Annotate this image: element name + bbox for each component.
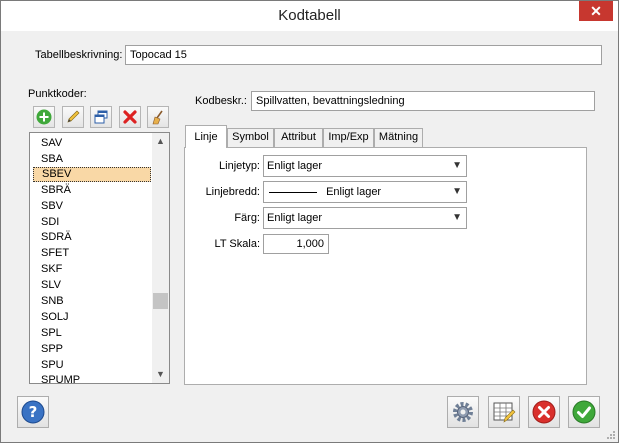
linjebredd-select[interactable]: Enligt lager ▼	[263, 181, 467, 203]
list-item[interactable]: SLV	[33, 278, 151, 293]
linjetyp-select[interactable]: Enligt lager ▼	[263, 155, 467, 177]
cancel-button[interactable]	[528, 396, 560, 428]
tab-attribut[interactable]: Attribut	[274, 128, 323, 147]
help-button[interactable]: ?	[17, 396, 49, 428]
delete-x-icon	[123, 110, 137, 124]
list-item[interactable]: SAV	[33, 136, 151, 151]
copy-code-button[interactable]	[90, 106, 112, 128]
table-description-label: Tabellbeskrivning:	[35, 49, 123, 61]
list-item[interactable]: SDI	[33, 215, 151, 230]
clean-code-button[interactable]	[147, 106, 169, 128]
list-item[interactable]: SKF	[33, 262, 151, 277]
settings-gear-icon	[453, 402, 473, 422]
add-code-button[interactable]	[33, 106, 55, 128]
tab-symbol[interactable]: Symbol	[227, 128, 274, 147]
tab-imp-exp[interactable]: Imp/Exp	[323, 128, 374, 147]
scrollbar-thumb[interactable]	[153, 293, 168, 309]
add-icon	[36, 109, 52, 125]
list-item[interactable]: SNB	[33, 294, 151, 309]
tab-matning[interactable]: Mätning	[374, 128, 423, 147]
scroll-up-arrow-icon[interactable]: ▲	[152, 133, 169, 150]
list-item[interactable]: SPUMP	[33, 373, 151, 383]
list-item[interactable]: SBRÄ	[33, 183, 151, 198]
list-item[interactable]: SPU	[33, 358, 151, 373]
linjebredd-value: Enligt lager	[326, 186, 382, 198]
linjebredd-label: Linjebredd:	[205, 186, 260, 198]
farg-value: Enligt lager	[267, 212, 323, 224]
punktkoder-list[interactable]: SAV SBA SBEV SBRÄ SBV SDI SDRÄ SFET SKF …	[29, 132, 170, 384]
linjetyp-value: Enligt lager	[267, 160, 323, 172]
table-description-input[interactable]: Topocad 15	[125, 45, 602, 65]
ok-button[interactable]	[568, 396, 600, 428]
kodtabell-window: Kodtabell ✕ Tabellbeskrivning: Topocad 1…	[0, 0, 619, 443]
farg-label: Färg:	[234, 212, 260, 224]
scroll-down-arrow-icon[interactable]: ▼	[152, 366, 169, 383]
chevron-down-icon: ▼	[452, 212, 462, 223]
close-button[interactable]: ✕	[579, 1, 613, 21]
chevron-down-icon: ▼	[452, 186, 462, 197]
linje-tab-panel: Linjetyp: Enligt lager ▼ Linjebredd: Enl…	[184, 147, 587, 385]
cancel-icon	[532, 400, 556, 424]
pencil-edit-icon	[67, 110, 80, 123]
tab-linje[interactable]: Linje	[185, 125, 227, 148]
list-item[interactable]: SPP	[33, 342, 151, 357]
window-title: Kodtabell	[278, 7, 341, 24]
broom-clean-icon	[152, 110, 163, 125]
title-bar[interactable]: Kodtabell ✕	[1, 1, 618, 31]
settings-button[interactable]	[447, 396, 479, 428]
farg-select[interactable]: Enligt lager ▼	[263, 207, 467, 229]
lt-skala-input[interactable]: 1,000	[263, 234, 329, 254]
copy-windows-icon	[94, 110, 108, 124]
list-scrollbar[interactable]: ▲ ▼	[152, 133, 169, 383]
list-item-selected[interactable]: SBEV	[33, 167, 151, 182]
list-item[interactable]: SFET	[33, 246, 151, 261]
kodbeskr-input[interactable]: Spillvatten, bevattningsledning	[251, 91, 595, 111]
resize-grip-icon[interactable]	[606, 430, 616, 440]
linjetyp-label: Linjetyp:	[219, 160, 260, 172]
list-item[interactable]: SOLJ	[33, 310, 151, 325]
edit-code-button[interactable]	[62, 106, 84, 128]
ok-check-icon	[572, 400, 596, 424]
table-edit-button[interactable]	[488, 396, 520, 428]
list-item[interactable]: SDRÄ	[33, 230, 151, 245]
chevron-down-icon: ▼	[452, 160, 462, 171]
list-item[interactable]: SBV	[33, 199, 151, 214]
line-width-sample-icon	[269, 191, 317, 193]
svg-text:?: ?	[29, 403, 38, 421]
punktkoder-label: Punktkoder:	[28, 88, 87, 100]
delete-code-button[interactable]	[119, 106, 141, 128]
list-item[interactable]: SPL	[33, 326, 151, 341]
lt-skala-label: LT Skala:	[214, 238, 260, 250]
help-icon: ?	[21, 400, 45, 424]
list-item[interactable]: SBA	[33, 152, 151, 167]
kodbeskr-label: Kodbeskr.:	[195, 95, 247, 107]
table-edit-icon	[493, 402, 516, 423]
